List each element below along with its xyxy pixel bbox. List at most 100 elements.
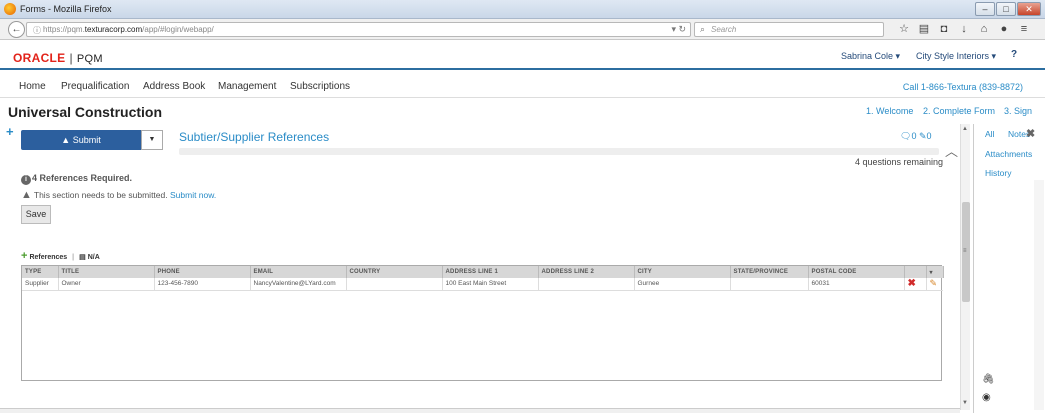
info-circle-icon: i bbox=[21, 175, 31, 185]
na-checkbox-icon[interactable]: ▤ bbox=[79, 254, 86, 261]
column-header[interactable]: ADDRESS LINE 2 bbox=[538, 266, 635, 278]
main-scrollbar[interactable]: ▲ ≡ ▼ bbox=[960, 124, 970, 410]
reload-icon[interactable]: ▾ ↻ bbox=[671, 24, 686, 35]
scroll-grip-icon: ≡ bbox=[963, 248, 967, 254]
column-header[interactable]: CITY bbox=[634, 266, 731, 278]
menu-item-prequalification[interactable]: Prequalification bbox=[61, 81, 129, 92]
horizontal-scrollbar[interactable] bbox=[0, 408, 960, 413]
column-header[interactable]: COUNTRY bbox=[346, 266, 443, 278]
bookmark-star-icon[interactable]: ☆ bbox=[894, 22, 914, 37]
side-panel: All Notes ✖ Attachments History 🖇 ◉ bbox=[973, 124, 1045, 413]
download-icon[interactable]: ↓ bbox=[954, 22, 974, 37]
progress-bar bbox=[179, 148, 939, 155]
help-icon[interactable]: ? bbox=[1011, 49, 1017, 60]
references-label[interactable]: References bbox=[29, 254, 67, 261]
window-controls: – □ ✕ bbox=[974, 2, 1041, 16]
cell-address-2 bbox=[538, 278, 635, 291]
call-link[interactable]: Call 1-866-Textura (839-8872) bbox=[903, 82, 1023, 92]
company-menu[interactable]: City Style Interiors ▾ bbox=[916, 51, 996, 62]
bookmarks-list-icon[interactable]: ▤ bbox=[914, 22, 934, 37]
cell-country bbox=[346, 278, 443, 291]
user-menu[interactable]: Sabrina Cole ▾ bbox=[841, 51, 900, 62]
menu-item-management[interactable]: Management bbox=[218, 81, 276, 92]
column-header[interactable]: POSTAL CODE bbox=[808, 266, 905, 278]
submit-dropdown-icon[interactable]: ▼ bbox=[141, 130, 163, 150]
submit-now-link[interactable]: Submit now. bbox=[170, 190, 216, 200]
tab-all[interactable]: All bbox=[985, 129, 994, 139]
cell-type: Supplier bbox=[22, 278, 59, 291]
warning-triangle-icon: ▲ bbox=[21, 189, 32, 201]
menu-item-home[interactable]: Home bbox=[19, 81, 46, 92]
column-header[interactable]: PHONE bbox=[154, 266, 251, 278]
firefox-logo-icon bbox=[4, 3, 16, 15]
cell-city: Gurnee bbox=[634, 278, 731, 291]
page-header: Universal Construction 1. Welcome 2. Com… bbox=[0, 100, 1045, 122]
collapse-chevron-icon[interactable]: ︿ bbox=[945, 141, 958, 160]
url-bar[interactable]: ⓘ https://pqm.texturacorp.com/app/#login… bbox=[26, 22, 691, 37]
back-arrow-icon[interactable]: ← bbox=[8, 21, 25, 38]
hamburger-menu-icon[interactable]: ≡ bbox=[1014, 22, 1034, 37]
scroll-down-icon[interactable]: ▼ bbox=[962, 400, 968, 406]
grid-header-row: TYPE TITLE PHONE EMAIL COUNTRY ADDRESS L… bbox=[22, 266, 944, 278]
step-complete-form[interactable]: 2. Complete Form bbox=[923, 106, 995, 116]
window-title: Forms - Mozilla Firefox bbox=[20, 4, 112, 14]
pocket-icon[interactable]: ◘ bbox=[934, 22, 954, 37]
column-header[interactable]: STATE/PROVINCE bbox=[730, 266, 809, 278]
save-button[interactable]: Save bbox=[21, 205, 51, 224]
delete-cell: ✖ bbox=[904, 278, 927, 291]
submit-button[interactable]: ▲ Submit bbox=[21, 130, 141, 150]
cell-state bbox=[730, 278, 809, 291]
app-header: ORACLE | PQM Sabrina Cole ▾ City Style Int… bbox=[0, 40, 1045, 70]
requirement-info: i4 References Required. bbox=[21, 173, 132, 185]
panel-scrollbar[interactable] bbox=[1034, 180, 1044, 410]
column-menu-icon[interactable]: ▾ bbox=[926, 266, 944, 278]
tab-attachments[interactable]: Attachments bbox=[985, 149, 1032, 159]
attachment-icon[interactable]: 🖇 bbox=[982, 374, 995, 385]
step-sign[interactable]: 3. Sign bbox=[1004, 106, 1032, 116]
references-grid: TYPE TITLE PHONE EMAIL COUNTRY ADDRESS L… bbox=[21, 265, 944, 381]
expand-plus-icon[interactable]: + bbox=[6, 124, 14, 139]
minimize-icon[interactable]: – bbox=[975, 2, 995, 16]
questions-remaining: 4 questions remaining bbox=[855, 157, 944, 167]
scroll-up-icon[interactable]: ▲ bbox=[962, 126, 968, 132]
column-header[interactable]: ADDRESS LINE 1 bbox=[442, 266, 539, 278]
home-icon[interactable]: ⌂ bbox=[974, 22, 994, 37]
search-icon: ⌕ bbox=[700, 24, 706, 34]
oracle-logo[interactable]: ORACLE | PQM bbox=[13, 51, 103, 65]
hide-eye-icon[interactable]: ◉ bbox=[982, 392, 991, 403]
browser-navbar: ← ⓘ https://pqm.texturacorp.com/app/#log… bbox=[0, 19, 1045, 40]
edit-cell: ✎ bbox=[926, 278, 943, 291]
search-placeholder: Search bbox=[711, 25, 737, 34]
references-toolbar: + References | ▤ N/A bbox=[21, 250, 100, 262]
browser-toolbar: ☆ ▤ ◘ ↓ ⌂ ● ≡ bbox=[894, 22, 1034, 37]
section-title: Subtier/Supplier References bbox=[179, 130, 330, 144]
step-welcome[interactable]: 1. Welcome bbox=[866, 106, 913, 116]
cell-email: NancyValentine@LYard.com bbox=[250, 278, 347, 291]
section-counters[interactable]: 🗨0 ✎0 bbox=[900, 131, 932, 142]
cell-title: Owner bbox=[58, 278, 155, 291]
add-reference-icon[interactable]: + bbox=[21, 250, 27, 262]
na-label[interactable]: N/A bbox=[88, 254, 100, 261]
page-title: Universal Construction bbox=[8, 104, 163, 120]
warning-icon: ▲ bbox=[61, 135, 73, 145]
delete-icon[interactable]: ✖ bbox=[908, 278, 916, 289]
info-icon[interactable]: ⓘ bbox=[33, 25, 41, 36]
tab-history[interactable]: History bbox=[985, 168, 1011, 178]
search-box[interactable]: ⌕ Search bbox=[694, 22, 884, 37]
table-row[interactable]: Supplier Owner 123-456-7890 NancyValenti… bbox=[22, 278, 943, 291]
column-header[interactable]: EMAIL bbox=[250, 266, 347, 278]
action-column-header bbox=[904, 266, 927, 278]
edit-pencil-icon[interactable]: ✎ bbox=[930, 278, 938, 288]
menu-item-address-book[interactable]: Address Book bbox=[143, 81, 205, 92]
chat-icon[interactable]: ● bbox=[994, 22, 1014, 37]
main-menu: Home Prequalification Address Book Manag… bbox=[0, 72, 1045, 98]
cell-postal-code: 60031 bbox=[808, 278, 905, 291]
close-window-icon[interactable]: ✕ bbox=[1017, 2, 1041, 16]
close-panel-icon[interactable]: ✖ bbox=[1026, 127, 1035, 140]
cell-address-1: 100 East Main Street bbox=[442, 278, 539, 291]
maximize-icon[interactable]: □ bbox=[996, 2, 1016, 16]
paperclip-icon: ✎ bbox=[918, 131, 927, 141]
menu-item-subscriptions[interactable]: Subscriptions bbox=[290, 81, 350, 92]
column-header[interactable]: TYPE bbox=[22, 266, 59, 278]
column-header[interactable]: TITLE bbox=[58, 266, 155, 278]
